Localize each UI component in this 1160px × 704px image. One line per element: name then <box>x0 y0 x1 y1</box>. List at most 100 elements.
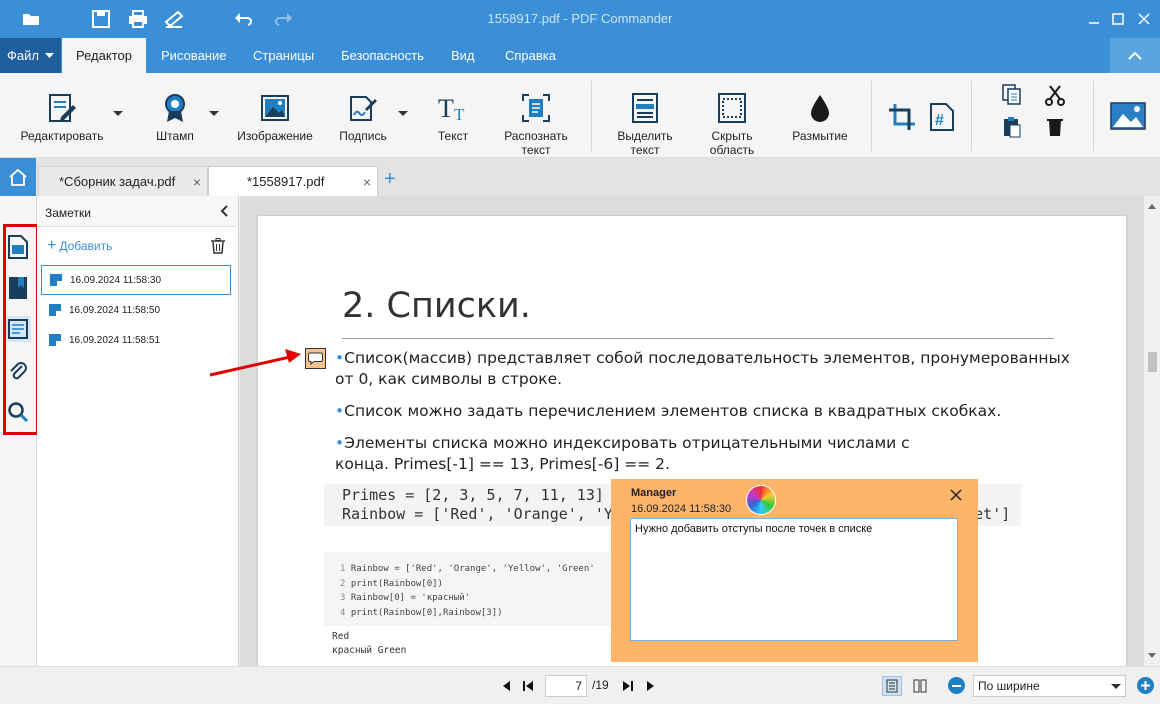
window-title: 1558917.pdf - PDF Commander <box>487 11 673 26</box>
note-popup[interactable]: Manager 16.09.2024 11:58:30 Нужно добави… <box>611 479 978 662</box>
tab-security[interactable]: Безопасность <box>327 38 438 73</box>
blur-label: Размытие <box>792 129 848 143</box>
scroll-thumb[interactable] <box>1148 352 1157 372</box>
note-date: 16.09.2024 11:58:50 <box>69 304 161 316</box>
insert-picture-icon[interactable] <box>1109 101 1147 131</box>
new-tab-icon[interactable]: + <box>384 168 396 191</box>
notes-panel-title: Заметки <box>45 206 91 220</box>
sign-button[interactable]: Подпись <box>333 73 393 158</box>
tab-editor[interactable]: Редактор <box>62 38 146 73</box>
collapse-ribbon-button[interactable] <box>1110 38 1160 73</box>
two-page-view-icon[interactable] <box>910 676 930 696</box>
list-item[interactable]: 16.09.2024 11:58:30 <box>41 265 231 295</box>
comment-marker-icon[interactable] <box>305 348 326 369</box>
stamp-label: Штамп <box>156 129 194 143</box>
copy-icon[interactable] <box>1000 83 1024 107</box>
add-note-button[interactable]: + Добавить <box>47 238 113 254</box>
zoom-in-icon[interactable] <box>1137 677 1154 694</box>
note-date: 16.09.2024 11:58:30 <box>631 503 732 515</box>
highlight-annotation-box <box>3 224 39 435</box>
edit-label: Редактировать <box>20 129 104 143</box>
vertical-scrollbar[interactable] <box>1143 196 1160 666</box>
edit-dropdown-caret[interactable] <box>113 111 123 116</box>
scroll-up-icon[interactable] <box>1148 204 1156 209</box>
bullet-dot: • <box>335 434 345 452</box>
code-line: 1 Rainbow = ['Red', 'Orange', 'Yellow', … <box>340 564 595 574</box>
tab-pages[interactable]: Страницы <box>239 38 328 73</box>
tab-view[interactable]: Вид <box>437 38 489 73</box>
delete-icon[interactable] <box>1043 115 1067 139</box>
first-page-icon[interactable] <box>520 678 536 694</box>
list-item[interactable]: 16.09.2024 11:58:51 <box>41 325 231 355</box>
zoom-select[interactable]: По ширине <box>973 675 1126 697</box>
file-menu-button[interactable]: Файл <box>0 38 61 73</box>
last-page-icon[interactable] <box>620 678 636 694</box>
ribbon-separator <box>871 81 872 151</box>
crop-icon[interactable] <box>888 103 916 131</box>
page-total: /19 <box>592 678 609 692</box>
note-date: 16.09.2024 11:58:30 <box>70 274 162 286</box>
page-number-icon[interactable]: # <box>928 102 956 132</box>
ribbon-separator <box>1093 81 1094 151</box>
recognize-text-button[interactable]: Распознать текст <box>497 73 575 158</box>
tab-help[interactable]: Справка <box>491 38 570 73</box>
chevron-left-icon[interactable] <box>220 204 228 220</box>
close-tab-icon[interactable]: × <box>363 174 371 190</box>
prev-page-icon[interactable] <box>498 678 514 694</box>
image-button[interactable]: Изображение <box>230 73 320 158</box>
hide-area-button[interactable]: Скрыть область <box>695 73 769 158</box>
scroll-down-icon[interactable] <box>1148 653 1156 658</box>
paste-icon[interactable] <box>1000 115 1024 139</box>
close-window-button[interactable] <box>1133 8 1155 30</box>
blur-button[interactable]: Размытие <box>785 73 855 158</box>
list-item[interactable]: 16.09.2024 11:58:50 <box>41 295 231 325</box>
next-page-icon[interactable] <box>643 678 659 694</box>
ribbon-separator <box>591 81 592 151</box>
stamp-dropdown-caret[interactable] <box>209 111 219 116</box>
select-text-button[interactable]: Выделить текст <box>607 73 683 158</box>
trash-icon[interactable] <box>211 238 225 257</box>
note-icon <box>50 274 62 286</box>
tab-document-1[interactable]: *Сборник задач.pdf × <box>38 166 208 196</box>
cut-icon[interactable] <box>1043 83 1067 107</box>
tab-document-2-label: *1558917.pdf <box>247 174 325 189</box>
text-button[interactable]: TT Текст <box>428 73 478 158</box>
tab-document-2[interactable]: *1558917.pdf × <box>208 166 378 196</box>
close-icon[interactable] <box>950 488 962 506</box>
stamp-button[interactable]: Штамп <box>145 73 205 158</box>
home-button[interactable] <box>0 158 36 196</box>
single-page-view-icon[interactable] <box>882 676 902 696</box>
page-number-input[interactable]: 7 <box>545 675 587 697</box>
note-text-field[interactable]: Нужно добавить отступы после точек в спи… <box>630 518 958 641</box>
edit-icon <box>45 91 79 125</box>
bullet-dot: • <box>335 402 345 420</box>
output-line: красный Green <box>332 645 407 656</box>
code-line: 4 print(Rainbow[0],Rainbow[3]) <box>340 607 503 618</box>
edit-button[interactable]: Редактировать <box>12 73 112 158</box>
maximize-button[interactable] <box>1107 8 1129 30</box>
ribbon-separator <box>971 81 972 151</box>
bullet-text: Список можно задать перечислением элемен… <box>344 402 1002 420</box>
code-line: 2 print(Rainbow[0]) <box>340 578 443 589</box>
document-tabs: *Сборник задач.pdf × *1558917.pdf × <box>0 158 1160 196</box>
heading-rule <box>342 338 1054 339</box>
close-tab-icon[interactable]: × <box>193 174 201 190</box>
minimize-button[interactable] <box>1083 8 1105 30</box>
tab-document-1-label: *Сборник задач.pdf <box>59 174 176 189</box>
code-block-small: 1 Rainbow = ['Red', 'Orange', 'Yellow', … <box>324 552 624 626</box>
svg-text:#: # <box>935 112 944 129</box>
page-heading: 2. Списки. <box>342 286 531 326</box>
file-menu-label: Файл <box>7 48 39 63</box>
select-text-icon <box>628 91 662 125</box>
ocr-icon <box>519 91 553 125</box>
blur-drop-icon <box>803 91 837 125</box>
select-text-label: Выделить текст <box>617 129 673 157</box>
hide-area-icon <box>715 91 749 125</box>
sign-dropdown-caret[interactable] <box>398 111 408 116</box>
tab-drawing[interactable]: Рисование <box>147 38 240 73</box>
zoom-out-icon[interactable] <box>948 677 965 694</box>
bullet-item: •Список можно задать перечислением элеме… <box>335 401 1075 422</box>
bullet-item: •Список(массив) представляет собой после… <box>335 348 1075 390</box>
add-note-label: Добавить <box>59 239 113 253</box>
notes-panel: Заметки + Добавить 16.09.2024 11:58:30 1… <box>37 196 239 666</box>
